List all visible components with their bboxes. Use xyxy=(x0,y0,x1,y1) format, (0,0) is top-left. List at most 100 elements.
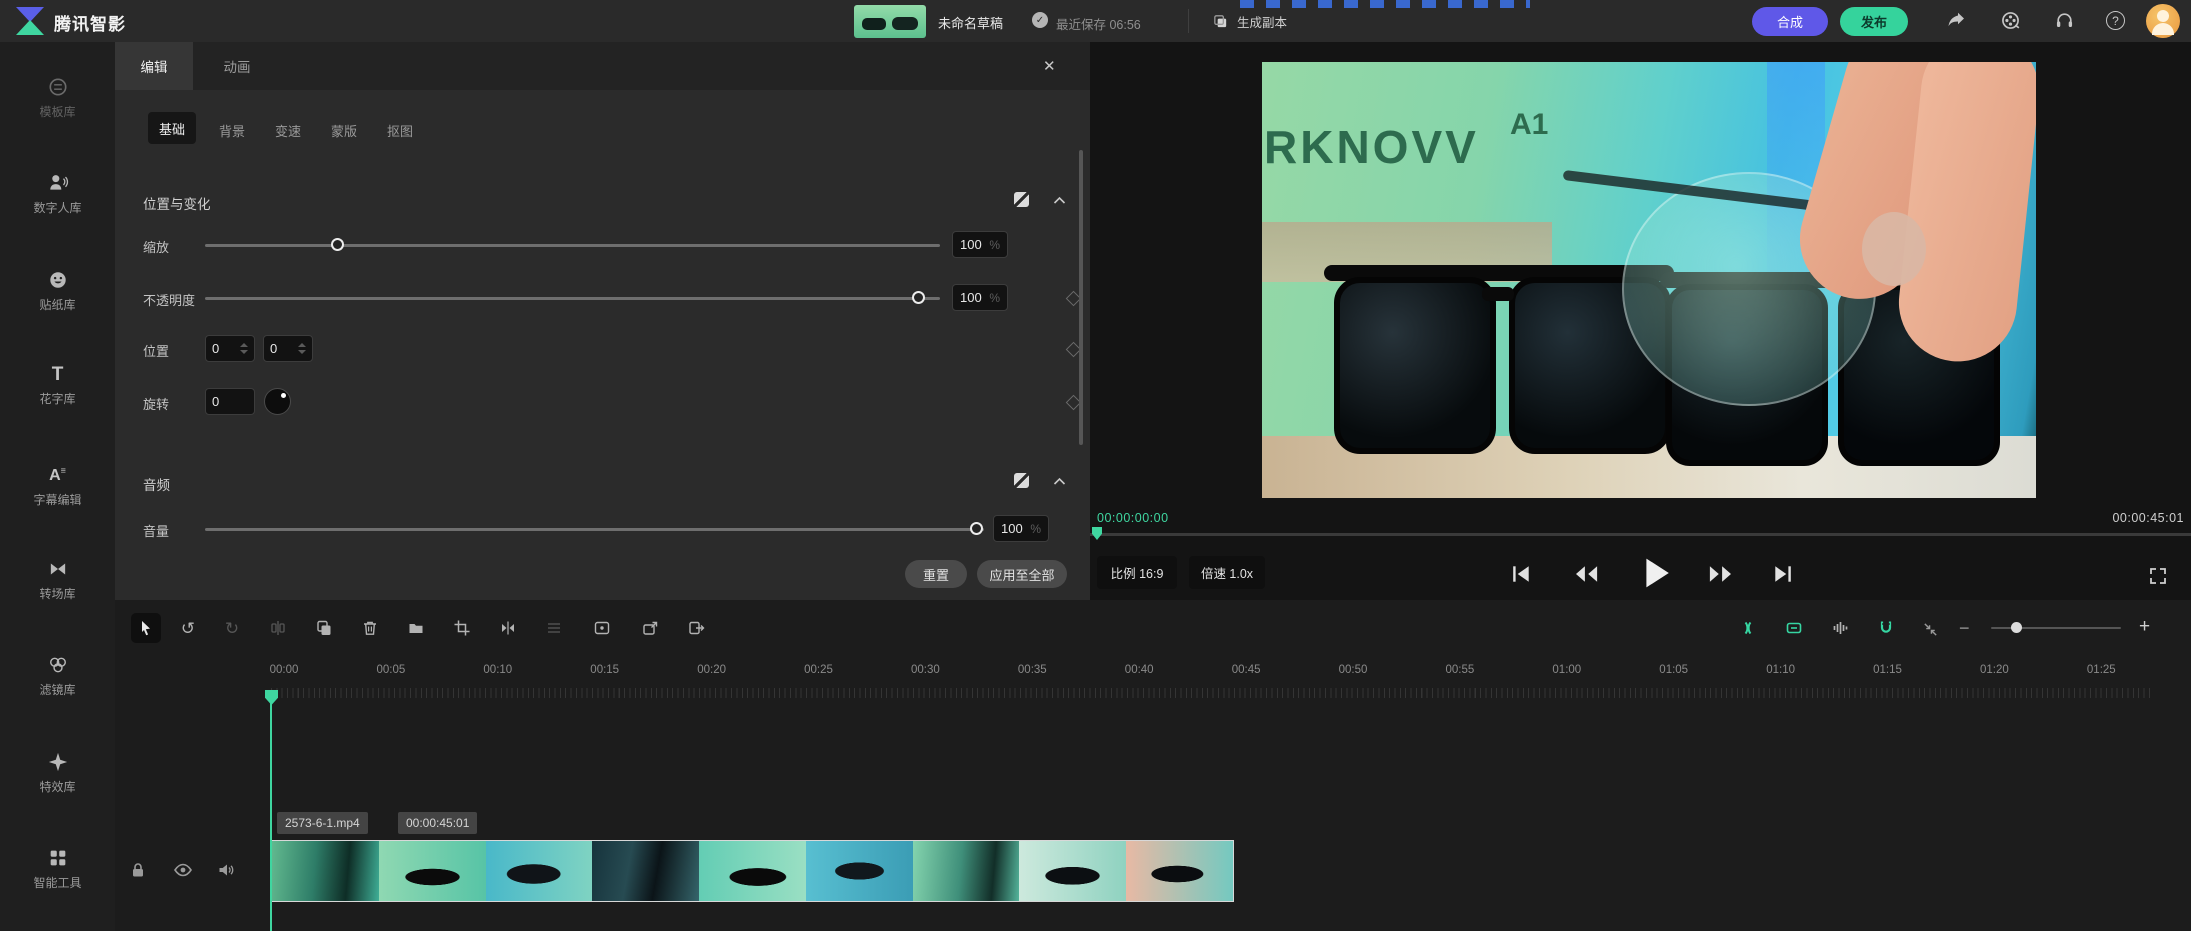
zoom-out-button[interactable]: − xyxy=(1959,618,1970,639)
ratio-chip[interactable]: 比例 16:9 xyxy=(1097,556,1177,589)
preview-progress-playhead[interactable] xyxy=(1092,527,1102,540)
timeline-zoom-thumb[interactable] xyxy=(2011,622,2022,633)
position-y-input[interactable]: 0 xyxy=(263,335,313,362)
opacity-slider[interactable] xyxy=(205,291,940,305)
volume-slider[interactable] xyxy=(205,522,984,536)
subtab-mask[interactable]: 蒙版 xyxy=(331,121,357,140)
audio-collapse-icon[interactable] xyxy=(1053,477,1066,486)
sidebar-item-filters[interactable]: 滤镜库 xyxy=(0,654,115,698)
duplicate-button[interactable]: 生成副本 xyxy=(1212,12,1287,31)
close-panel-icon[interactable]: ✕ xyxy=(1043,57,1056,75)
clip-thumbnail xyxy=(913,841,1020,901)
skip-start-button[interactable] xyxy=(1510,564,1532,584)
select-tool-button[interactable] xyxy=(131,613,161,643)
scale-value-input[interactable]: 100 % xyxy=(952,231,1008,258)
fast-forward-button[interactable] xyxy=(1708,564,1734,584)
frame-export-icon xyxy=(641,619,659,637)
sidebar-item-templates[interactable]: 模板库 xyxy=(0,76,115,120)
subtab-speed[interactable]: 变速 xyxy=(275,121,301,140)
tab-animation[interactable]: 动画 xyxy=(207,42,267,90)
keyframe-box-button[interactable] xyxy=(587,613,617,643)
compose-button[interactable]: 合成 xyxy=(1752,7,1828,36)
timeline-playhead-marker[interactable] xyxy=(265,690,278,705)
export-clip-button[interactable] xyxy=(681,613,711,643)
media-library-icon[interactable] xyxy=(2000,10,2021,31)
position-x-stepper[interactable] xyxy=(240,343,248,354)
subtab-background[interactable]: 背景 xyxy=(219,121,245,140)
redo-icon: ↻ xyxy=(225,620,239,637)
play-button[interactable] xyxy=(1640,554,1672,592)
subtab-basic[interactable]: 基础 xyxy=(148,112,196,144)
share-icon[interactable] xyxy=(1946,11,1966,31)
crop-button[interactable] xyxy=(447,613,477,643)
position-label: 位置 xyxy=(143,341,169,360)
snap-toggle[interactable] xyxy=(1871,613,1901,643)
collapse-tracks-button[interactable] xyxy=(1915,614,1945,644)
saved-check-icon: ✓ xyxy=(1032,12,1048,28)
ruler-tick-label: 01:15 xyxy=(1873,664,1902,676)
preview-progress-track[interactable] xyxy=(1090,533,2191,536)
redo-button[interactable]: ↻ xyxy=(217,613,247,643)
sidebar-item-effects[interactable]: 特效库 xyxy=(0,751,115,795)
scale-slider-thumb[interactable] xyxy=(331,238,344,251)
volume-slider-thumb[interactable] xyxy=(970,522,983,535)
zoom-in-button[interactable]: + xyxy=(2139,616,2150,638)
speed-chip[interactable]: 倍速 1.0x xyxy=(1189,556,1265,589)
sidebar-item-digital-human[interactable]: 数字人库 xyxy=(0,172,115,216)
audio-wave-toggle[interactable] xyxy=(1825,613,1855,643)
rotation-dial[interactable] xyxy=(264,388,291,415)
audio-keyframe-icon[interactable] xyxy=(1014,473,1029,488)
position-x-input[interactable]: 0 xyxy=(205,335,255,362)
sidebar-item-stickers[interactable]: 贴纸库 xyxy=(0,269,115,313)
archive-button[interactable] xyxy=(401,613,431,643)
transform-keyframe-icon[interactable] xyxy=(1014,192,1029,207)
skip-end-button[interactable] xyxy=(1772,564,1794,584)
track-visibility-icon[interactable] xyxy=(173,861,193,879)
clip-thumbnail xyxy=(699,841,806,901)
video-canvas[interactable]: RKNOVV A1 xyxy=(1262,62,2036,498)
transform-collapse-icon[interactable] xyxy=(1053,196,1066,205)
screenshot-button[interactable] xyxy=(635,613,665,643)
copy-clip-button[interactable] xyxy=(309,613,339,643)
user-avatar[interactable] xyxy=(2146,4,2180,38)
track-options-button[interactable] xyxy=(539,613,569,643)
delete-clip-button[interactable] xyxy=(355,613,385,643)
volume-value-input[interactable]: 100 % xyxy=(993,515,1049,542)
track-mute-icon[interactable] xyxy=(217,861,235,879)
opacity-value-input[interactable]: 100 % xyxy=(952,284,1008,311)
trim-merge-button[interactable] xyxy=(493,613,523,643)
opacity-slider-thumb[interactable] xyxy=(912,291,925,304)
save-status: 最近保存 06:56 xyxy=(1056,14,1141,33)
video-clip[interactable] xyxy=(271,840,1234,902)
sidebar-item-transitions[interactable]: 转场库 xyxy=(0,558,115,602)
undo-button[interactable]: ↺ xyxy=(173,613,203,643)
video-brand-text: RKNOVV xyxy=(1264,120,1479,174)
draft-name[interactable]: 未命名草稿 xyxy=(938,13,1003,32)
link-toggle[interactable] xyxy=(1779,613,1809,643)
sidebar-item-smart-tools[interactable]: 智能工具 xyxy=(0,847,115,891)
publish-button[interactable]: 发布 xyxy=(1840,7,1908,36)
panel-scrollbar[interactable] xyxy=(1079,150,1083,445)
apply-all-button[interactable]: 应用至全部 xyxy=(977,560,1067,588)
reset-button[interactable]: 重置 xyxy=(905,560,967,588)
rewind-button[interactable] xyxy=(1573,564,1599,584)
track-lock-icon[interactable] xyxy=(129,861,147,879)
shrink-icon xyxy=(1922,621,1939,638)
app-logo-icon xyxy=(16,7,44,35)
subtab-cutout[interactable]: 抠图 xyxy=(387,121,413,140)
tab-edit[interactable]: 编辑 xyxy=(115,42,193,90)
sidebar-item-subtitles[interactable]: A≡ 字幕编辑 xyxy=(0,461,115,508)
help-icon[interactable]: ? xyxy=(2106,11,2125,30)
preview-axis-toggle[interactable] xyxy=(1733,613,1763,643)
sidebar-item-fancy-text[interactable]: T 花字库 xyxy=(0,365,115,407)
scale-slider[interactable] xyxy=(205,238,940,252)
rotate-input[interactable]: 0 xyxy=(205,388,255,415)
fancy-text-icon: T xyxy=(52,364,64,385)
support-headset-icon[interactable] xyxy=(2054,10,2075,31)
fullscreen-icon[interactable] xyxy=(2148,566,2168,586)
timeline-playhead-line[interactable] xyxy=(270,703,272,931)
position-y-stepper[interactable] xyxy=(298,343,306,354)
link-box-icon xyxy=(1785,619,1803,637)
split-button[interactable] xyxy=(263,613,293,643)
preview-duration: 00:00:45:01 xyxy=(2094,511,2184,525)
